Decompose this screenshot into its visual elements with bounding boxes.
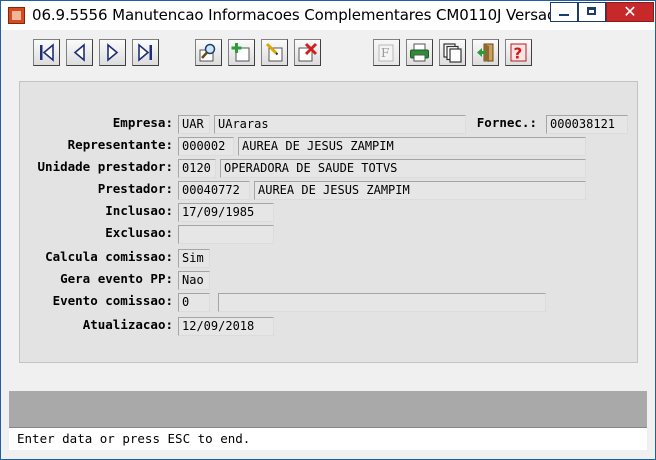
exit-door-icon: [477, 43, 494, 62]
pencil-icon: [265, 42, 283, 62]
help-button[interactable]: ?: [505, 39, 532, 66]
title-bar[interactable]: 06.9.5556 Manutencao Informacoes Complem…: [1, 1, 655, 30]
application-window: 06.9.5556 Manutencao Informacoes Complem…: [0, 0, 656, 460]
maximize-icon: [587, 7, 596, 15]
copy-button[interactable]: [439, 39, 466, 66]
prestador-label: Prestador:: [97, 181, 173, 196]
last-record-button[interactable]: [132, 39, 159, 66]
arrow-right-icon: [107, 43, 119, 62]
minimize-button[interactable]: [550, 2, 578, 22]
evento-comissao-code-field[interactable]: 0: [178, 293, 210, 312]
unidade-prestador-name-field[interactable]: OPERADORA DE SAUDE TOTVS: [220, 159, 586, 178]
calcula-comissao-label: Calcula comissao:: [45, 249, 173, 264]
status-message: Enter data or press ESC to end.: [17, 431, 251, 446]
inclusao-field[interactable]: 17/09/1985: [178, 203, 274, 222]
app-icon: [8, 7, 25, 24]
previous-record-button[interactable]: [66, 39, 93, 66]
unidade-prestador-code-field[interactable]: 0120: [178, 159, 216, 178]
evento-comissao-label: Evento comissao:: [52, 293, 173, 308]
evento-comissao-description-field[interactable]: [218, 293, 546, 312]
representante-label: Representante:: [67, 137, 173, 152]
first-record-button[interactable]: [33, 39, 60, 66]
representante-name-field[interactable]: AUREA DE JESUS ZAMPIM: [238, 137, 586, 156]
button-area: [9, 391, 647, 427]
printer-icon: [410, 43, 429, 62]
status-bar: Enter data or press ESC to end.: [9, 427, 647, 450]
close-icon: ✕: [623, 2, 637, 21]
search-button[interactable]: [195, 39, 222, 66]
maximize-button[interactable]: [578, 2, 606, 22]
skip-to-first-icon: [40, 43, 54, 62]
exclusao-field[interactable]: [178, 225, 274, 244]
empresa-name-field[interactable]: UAraras: [214, 115, 466, 134]
print-button[interactable]: [406, 39, 433, 66]
svg-text:F: F: [381, 46, 389, 60]
gera-evento-pp-field[interactable]: Nao: [178, 271, 210, 290]
representante-code-field[interactable]: 000002: [178, 137, 234, 156]
copy-pages-icon: [443, 43, 462, 63]
filter-icon: F: [378, 44, 394, 62]
next-record-button[interactable]: [99, 39, 126, 66]
toolbar: F ?: [9, 30, 647, 74]
skip-to-last-icon: [138, 43, 152, 62]
exit-button[interactable]: [472, 39, 499, 66]
calcula-comissao-field[interactable]: Sim: [178, 249, 210, 268]
main-content: F ? Empresa: UAR UAraras Fornec.: 000038…: [9, 30, 647, 457]
inclusao-label: Inclusao:: [105, 203, 173, 218]
plus-icon: [231, 43, 250, 62]
empresa-label: Empresa:: [112, 115, 173, 130]
help-question-icon: ?: [510, 43, 527, 63]
prestador-name-field[interactable]: AUREA DE JESUS ZAMPIM: [254, 181, 586, 200]
atualizacao-field[interactable]: 12/09/2018: [178, 317, 274, 336]
svg-text:?: ?: [514, 45, 523, 63]
minimize-icon: [559, 14, 569, 16]
magnifier-icon: [199, 43, 216, 62]
unidade-prestador-label: Unidade prestador:: [37, 159, 173, 174]
gera-evento-pp-label: Gera evento PP:: [60, 271, 173, 286]
delete-button[interactable]: [294, 39, 321, 66]
add-button[interactable]: [228, 39, 255, 66]
exclusao-label: Exclusao:: [105, 225, 173, 240]
prestador-code-field[interactable]: 00040772: [178, 181, 250, 200]
atualizacao-label: Atualizacao:: [82, 317, 173, 332]
window-title: 06.9.5556 Manutencao Informacoes Complem…: [32, 6, 622, 24]
filter-button[interactable]: F: [373, 39, 400, 66]
fornec-label: Fornec.:: [476, 115, 537, 130]
close-button[interactable]: ✕: [606, 2, 654, 22]
fornec-field[interactable]: 000038121: [546, 115, 628, 134]
edit-button[interactable]: [261, 39, 288, 66]
form-panel: Empresa: UAR UAraras Fornec.: 000038121 …: [19, 81, 638, 363]
arrow-left-icon: [73, 43, 85, 62]
delete-x-icon: [298, 42, 318, 62]
empresa-code-field[interactable]: UAR: [178, 115, 210, 134]
